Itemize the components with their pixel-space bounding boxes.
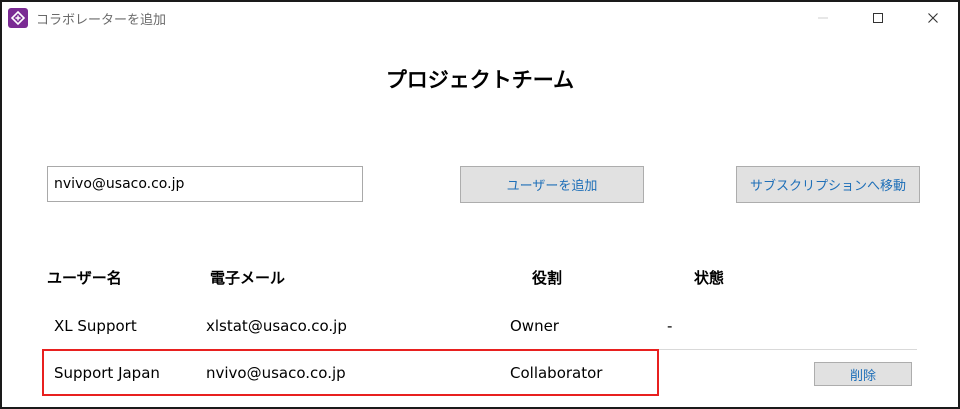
app-logo-icon — [8, 8, 28, 28]
column-header-email: 電子メール — [210, 269, 286, 287]
user-name-cell: Support Japan — [54, 364, 160, 382]
status-cell: - — [667, 317, 673, 335]
title-bar: コラボレーターを追加 — [2, 2, 958, 34]
email-cell: xlstat@usaco.co.jp — [206, 317, 347, 335]
column-header-status: 状態 — [694, 269, 725, 287]
collaborator-window: コラボレーターを追加 プロジェクトチーム ユーザーを追加 サブスクリプションへ移… — [0, 0, 960, 409]
user-name-cell: XL Support — [54, 317, 137, 335]
close-button[interactable] — [910, 2, 956, 34]
close-icon — [928, 13, 938, 23]
email-cell: nvivo@usaco.co.jp — [206, 364, 346, 382]
maximize-button[interactable] — [855, 2, 901, 34]
go-to-subscription-button[interactable]: サブスクリプションへ移動 — [736, 166, 920, 203]
diamond-icon — [11, 11, 25, 25]
column-header-user: ユーザー名 — [47, 269, 122, 287]
minimize-icon — [818, 17, 828, 19]
table-row: XL Support xlstat@usaco.co.jp Owner - — [47, 305, 917, 350]
window-title: コラボレーターを追加 — [36, 13, 167, 28]
table-row: Support Japan nvivo@usaco.co.jp Collabor… — [47, 352, 917, 396]
role-cell: Owner — [510, 317, 559, 335]
role-cell: Collaborator — [510, 364, 603, 382]
email-input[interactable] — [47, 166, 363, 202]
maximize-icon — [873, 13, 883, 23]
add-user-button[interactable]: ユーザーを追加 — [460, 166, 644, 203]
page-title: プロジェクトチーム — [385, 68, 575, 92]
minimize-button[interactable] — [800, 2, 846, 34]
delete-button[interactable]: 削除 — [814, 362, 912, 386]
column-header-role: 役割 — [532, 269, 563, 287]
